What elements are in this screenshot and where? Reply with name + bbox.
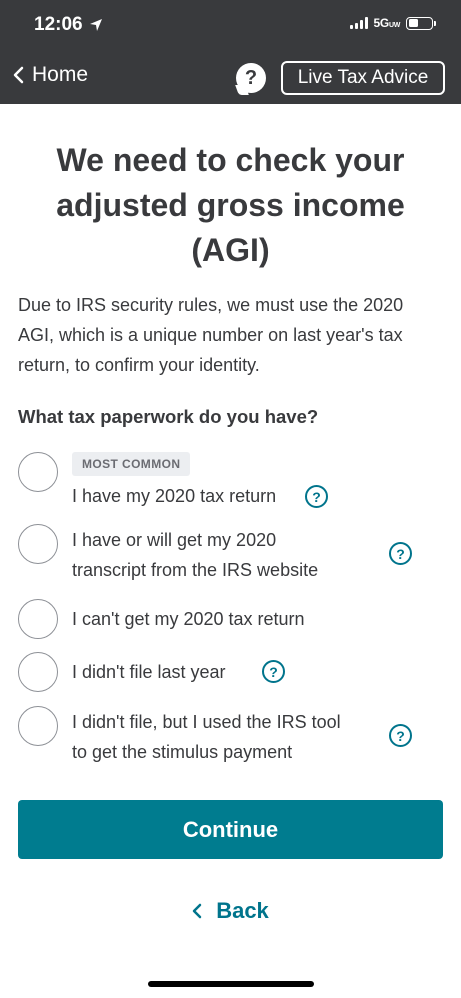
question-label: What tax paperwork do you have? [18,406,319,427]
question-mark-icon[interactable]: ? [389,542,412,565]
option-cant-get-return[interactable]: I can't get my 2020 tax return [18,599,443,639]
option-have-tax-return[interactable]: MOST COMMON I have my 2020 tax return ? [18,452,443,512]
question-mark-icon[interactable]: ? [262,660,285,683]
option-didnt-file[interactable]: I didn't file last year ? [18,652,443,692]
chevron-left-icon [192,903,202,919]
battery-icon [406,16,436,30]
back-label: Back [216,898,269,923]
radio-button[interactable] [18,652,58,692]
radio-button[interactable] [18,706,58,746]
radio-button[interactable] [18,599,58,639]
question-mark-icon[interactable]: ? [305,485,328,508]
option-label: I can't get my 2020 tax return [72,609,305,629]
option-label: I have my 2020 tax return [72,486,277,506]
app-header: 12:06 5GUW Home ? Live Tax Advice [0,0,461,104]
radio-button[interactable] [18,524,58,564]
option-stimulus-tool[interactable]: I didn't file, but I used the IRS tool t… [18,706,443,768]
network-type: 5GUW [373,16,401,30]
option-label-line: transcript from the IRS website [72,560,319,580]
help-glyph: ? [244,66,258,89]
continue-button[interactable]: Continue [18,800,443,859]
home-back-button[interactable]: Home [12,63,88,87]
live-tax-advice-button[interactable]: Live Tax Advice [281,61,445,95]
location-arrow-icon [89,19,102,31]
radio-button[interactable] [18,452,58,492]
option-label-line: I didn't file, but I used the IRS tool [72,712,341,732]
option-label: I have or will get my 2020 transcript fr… [72,525,318,585]
back-button[interactable]: Back [0,898,461,924]
help-chat-icon[interactable]: ? [236,63,266,93]
option-label-line: I have or will get my 2020 [72,530,277,550]
clock-text: 12:06 [34,14,83,35]
status-time: 12:06 [34,14,103,36]
intro-text: Due to IRS security rules, we must use t… [18,295,404,375]
chevron-left-icon [13,66,24,84]
option-label-line: to get the stimulus payment [72,742,293,762]
question-mark-icon[interactable]: ? [389,724,412,747]
battery-level-fill [408,19,419,27]
option-label: I didn't file last year [72,662,226,682]
page-title: We need to check your adjusted gross inc… [56,142,405,268]
most-common-badge: MOST COMMON [72,452,191,476]
option-transcript[interactable]: I have or will get my 2020 transcript fr… [18,524,443,586]
home-label: Home [32,63,89,86]
cellular-signal-icon [349,17,368,29]
option-label: I didn't file, but I used the IRS tool t… [72,707,341,767]
status-indicators: 5GUW [349,16,436,30]
home-indicator[interactable] [148,981,314,987]
